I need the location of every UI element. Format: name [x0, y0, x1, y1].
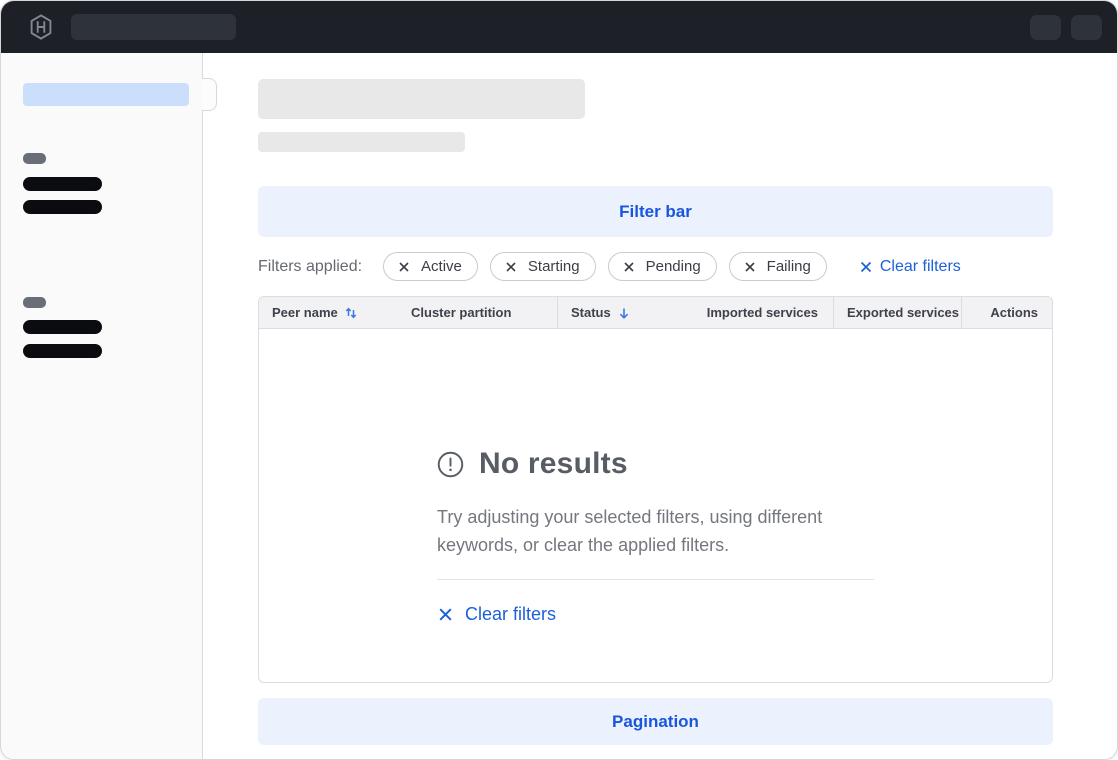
- column-label: Status: [571, 305, 611, 320]
- filter-chip-active[interactable]: Active: [383, 252, 478, 281]
- alert-circle-icon: [437, 451, 464, 478]
- column-header-cluster-partition: Cluster partition: [411, 297, 558, 328]
- global-search-placeholder[interactable]: [71, 14, 236, 40]
- column-header-imported-services: Imported services: [692, 297, 834, 328]
- sidebar-nav-item-placeholder-4[interactable]: [23, 344, 102, 358]
- clear-x-icon: [437, 606, 454, 623]
- pagination-placeholder: Pagination: [258, 698, 1053, 745]
- empty-state: No results Try adjusting your selected f…: [437, 329, 874, 625]
- sidebar: [1, 53, 203, 759]
- empty-state-clear-filters-link[interactable]: Clear filters: [437, 604, 556, 625]
- applied-filters-row: Filters applied: Active Starting Pending…: [258, 252, 1053, 281]
- table-body: No results Try adjusting your selected f…: [259, 329, 1052, 683]
- clear-filters-link[interactable]: Clear filters: [859, 258, 961, 276]
- peers-table: Peer name Cluster partition Status: [258, 296, 1053, 683]
- sidebar-nav-item-placeholder-2[interactable]: [23, 200, 102, 214]
- filters-applied-label: Filters applied:: [258, 258, 362, 276]
- column-header-exported-services: Exported services: [834, 297, 962, 328]
- filter-chip-label: Pending: [646, 258, 701, 275]
- sidebar-section-label-placeholder-1: [23, 153, 46, 164]
- hashicorp-logo-icon: [28, 14, 54, 40]
- topbar-action-button-2[interactable]: [1071, 15, 1102, 40]
- filter-bar-placeholder: Filter bar: [258, 186, 1053, 237]
- column-header-status[interactable]: Status: [558, 297, 692, 328]
- page-title-placeholder: [258, 79, 585, 119]
- table-header-row: Peer name Cluster partition Status: [259, 297, 1052, 329]
- empty-state-clear-filters-label: Clear filters: [465, 604, 556, 625]
- page-subtitle-placeholder: [258, 132, 465, 152]
- clear-x-icon: [859, 260, 873, 274]
- empty-state-description: Try adjusting your selected filters, usi…: [437, 503, 874, 559]
- column-label: Peer name: [272, 305, 338, 320]
- empty-state-divider: [437, 579, 874, 580]
- clear-filters-label: Clear filters: [880, 258, 961, 276]
- filter-chip-label: Active: [421, 258, 462, 275]
- column-label: Exported services: [847, 305, 959, 320]
- sort-desc-icon: [617, 306, 631, 320]
- column-header-peer-name[interactable]: Peer name: [259, 297, 411, 328]
- pagination-label: Pagination: [612, 712, 699, 732]
- sidebar-collapse-handle[interactable]: [202, 78, 217, 111]
- column-header-actions: Actions: [962, 297, 1052, 328]
- dismiss-x-icon: [397, 260, 411, 274]
- column-label: Actions: [990, 305, 1038, 320]
- sidebar-nav-item-placeholder-3[interactable]: [23, 320, 102, 334]
- sidebar-nav-item-placeholder-1[interactable]: [23, 177, 102, 191]
- sort-both-icon: [344, 306, 358, 320]
- column-label: Cluster partition: [411, 305, 511, 320]
- empty-state-title: No results: [479, 447, 628, 481]
- sidebar-section-label-placeholder-2: [23, 297, 46, 308]
- filter-chip-pending[interactable]: Pending: [608, 252, 717, 281]
- filter-chip-label: Failing: [767, 258, 811, 275]
- filter-chip-starting[interactable]: Starting: [490, 252, 596, 281]
- main-content: Filter bar Filters applied: Active Start…: [204, 53, 1117, 759]
- filter-chip-failing[interactable]: Failing: [729, 252, 827, 281]
- topbar-action-button-1[interactable]: [1030, 15, 1061, 40]
- filter-bar-label: Filter bar: [619, 202, 692, 222]
- dismiss-x-icon: [743, 260, 757, 274]
- top-nav-bar: [1, 1, 1117, 53]
- column-label: Imported services: [707, 305, 818, 320]
- filter-chip-label: Starting: [528, 258, 580, 275]
- app-window: Filter bar Filters applied: Active Start…: [0, 0, 1118, 760]
- dismiss-x-icon: [622, 260, 636, 274]
- dismiss-x-icon: [504, 260, 518, 274]
- sidebar-selected-item[interactable]: [23, 83, 189, 106]
